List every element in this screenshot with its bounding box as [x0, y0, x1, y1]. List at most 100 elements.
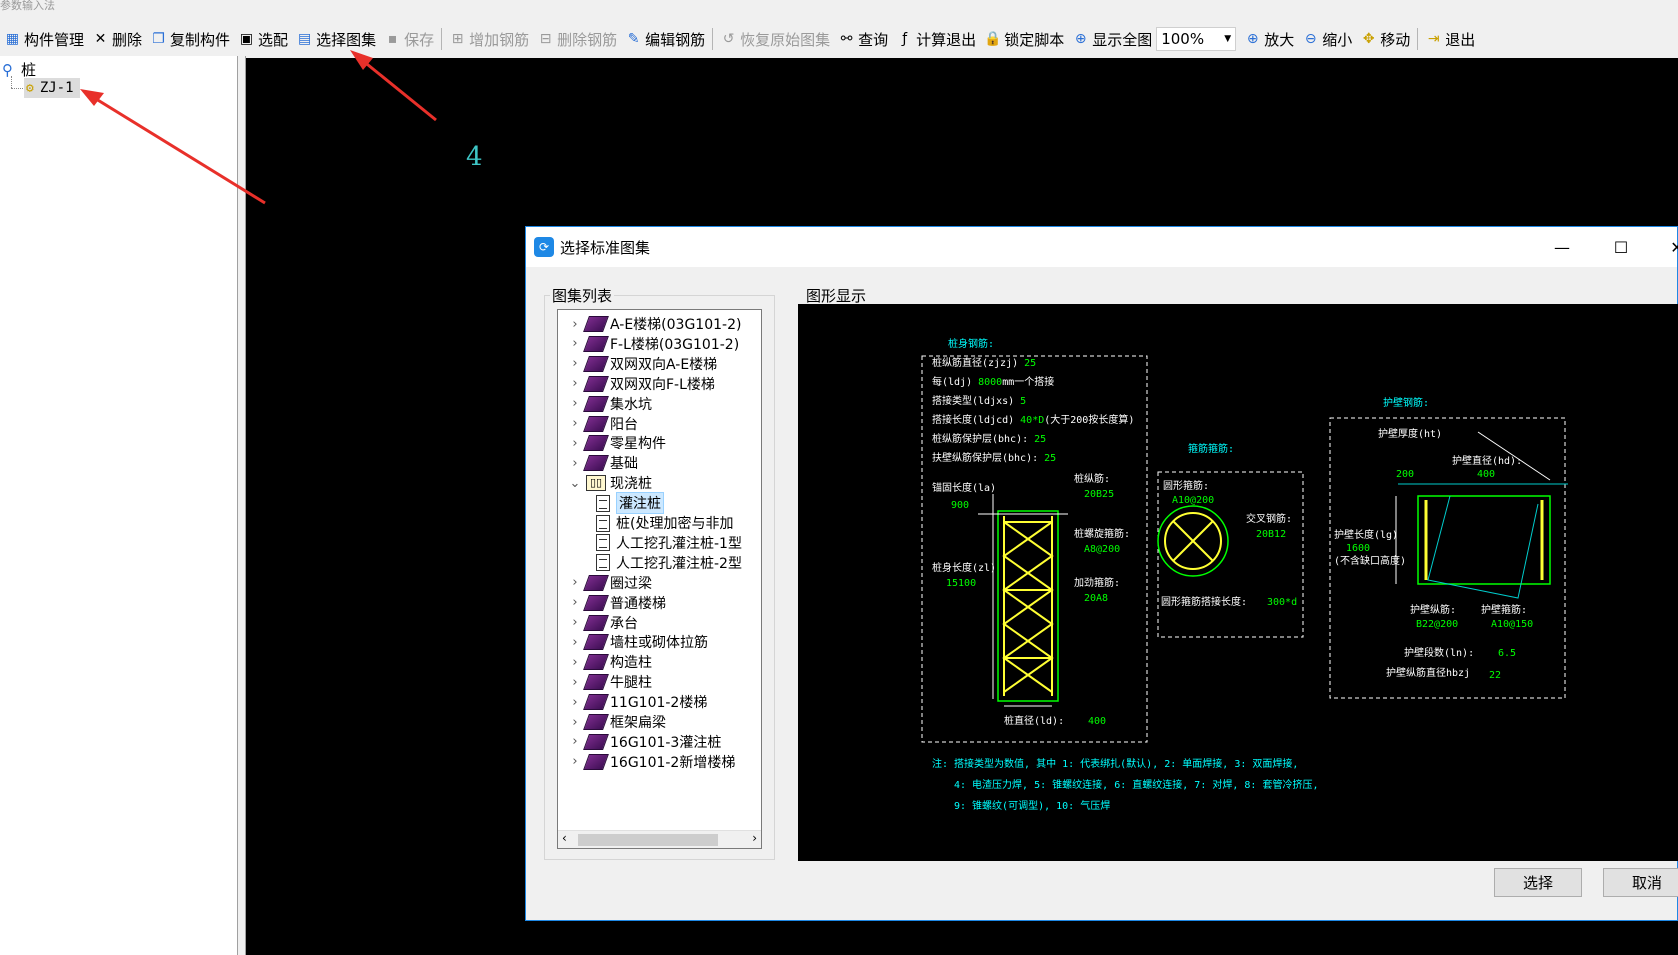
- atlas-list-item[interactable]: › 双网双向A-E楼梯: [558, 354, 717, 374]
- document-icon: [596, 554, 610, 572]
- dialog-titlebar[interactable]: ⟳ 选择标准图集 — ☐ ✕: [526, 227, 1678, 267]
- atlas-list-item[interactable]: › 基础: [558, 453, 638, 473]
- atlas-list-item[interactable]: › A-E楼梯(03G101-2): [558, 314, 741, 334]
- atlas-list-item-label: F-L楼梯(03G101-2): [610, 336, 740, 353]
- atlas-list-item[interactable]: 人工挖孔灌注桩-1型: [558, 533, 742, 553]
- atlas-list-item[interactable]: 人工挖孔灌注桩-2型: [558, 553, 742, 573]
- select-button[interactable]: 选择: [1494, 868, 1582, 897]
- chevron-right-icon[interactable]: ›: [568, 655, 582, 670]
- chevron-right-icon[interactable]: ›: [568, 575, 582, 590]
- atlas-list-item-label: 11G101-2楼梯: [610, 695, 708, 712]
- param-key: 搭接长度(ldjcd): [932, 413, 1014, 426]
- book-icon: [583, 375, 609, 392]
- chevron-right-icon[interactable]: ›: [568, 376, 582, 391]
- atlas-list-item[interactable]: › 11G101-2楼梯: [558, 692, 707, 712]
- select-atlas-dialog: ⟳ 选择标准图集 — ☐ ✕ 图集列表 图形显示 › A-E楼梯(03G101-2…: [525, 226, 1678, 921]
- chevron-right-icon[interactable]: ›: [568, 695, 582, 710]
- atlas-list-item[interactable]: › 阳台: [558, 414, 638, 434]
- book-icon: [583, 435, 609, 452]
- pile-param-line: 桩纵筋保护层(bhc): 25: [932, 432, 1046, 445]
- diameter-label: 桩直径(ld):: [1004, 714, 1064, 727]
- wall-stirrup-label: 护壁箍筋:: [1481, 603, 1527, 616]
- wall-length-value: 1600: [1346, 543, 1370, 554]
- atlas-list-item[interactable]: › F-L楼梯(03G101-2): [558, 334, 739, 354]
- stirrup-section-title: 箍筋箍筋:: [1188, 442, 1234, 455]
- minimize-button[interactable]: —: [1539, 227, 1585, 267]
- wall-diameter-label: 护壁直径(hd):: [1452, 454, 1522, 467]
- param-value: 8000: [978, 377, 1002, 388]
- chevron-right-icon[interactable]: ›: [568, 396, 582, 411]
- step-4-annotation: 4: [466, 142, 483, 172]
- book-icon: [583, 355, 609, 372]
- atlas-list-item-label: 16G101-3灌注桩: [610, 734, 722, 751]
- chevron-down-icon[interactable]: ⌄: [568, 476, 582, 491]
- atlas-list-item-label: 承台: [610, 615, 638, 632]
- param-key: 桩纵筋保护层(bhc):: [932, 432, 1028, 445]
- atlas-list-item-label: 16G101-2新增楼梯: [610, 754, 736, 771]
- param-key: 扶壁纵筋保护层(bhc):: [932, 451, 1038, 464]
- param-value: 5: [1020, 396, 1026, 407]
- round-stirrup-value: A10@200: [1172, 495, 1214, 506]
- chevron-right-icon[interactable]: ›: [568, 436, 582, 451]
- book-icon: [583, 714, 609, 730]
- atlas-list-item[interactable]: ⌄ ▯▯ 现浇桩: [558, 473, 652, 493]
- chevron-right-icon[interactable]: ›: [568, 317, 582, 332]
- book-icon: [583, 316, 609, 332]
- param-suffix: (大于200按长度算): [1044, 413, 1134, 426]
- chevron-right-icon[interactable]: ›: [568, 715, 582, 730]
- chevron-right-icon[interactable]: ›: [568, 734, 582, 749]
- atlas-tree-list[interactable]: › A-E楼梯(03G101-2) › F-L楼梯(03G101-2) › 双网双向A-E…: [557, 309, 762, 849]
- atlas-list-item[interactable]: › 普通楼梯: [558, 593, 666, 613]
- atlas-list-item[interactable]: › 框架扁梁: [558, 712, 666, 732]
- atlas-list-item-label: 基础: [610, 456, 638, 473]
- atlas-list-item[interactable]: › 墙柱或砌体拉筋: [558, 632, 708, 652]
- chevron-right-icon[interactable]: ›: [568, 615, 582, 630]
- chevron-right-icon[interactable]: ›: [568, 635, 582, 650]
- scrollbar-thumb[interactable]: [578, 834, 718, 846]
- book-icon: [583, 654, 609, 671]
- atlas-list-item-label: 阳台: [610, 416, 638, 433]
- atlas-list-item[interactable]: 桩(处理加密与非加: [558, 513, 733, 533]
- atlas-list-item[interactable]: › 承台: [558, 613, 638, 633]
- param-value: 25: [1024, 358, 1036, 369]
- atlas-list-item[interactable]: › 零星构件: [558, 433, 666, 453]
- chevron-right-icon[interactable]: ›: [568, 675, 582, 690]
- chevron-right-icon[interactable]: ›: [568, 356, 582, 371]
- atlas-list-item[interactable]: › 集水坑: [558, 394, 652, 414]
- note-line: 注: 搭接类型为数值, 其中 1: 代表绑扎(默认), 2: 单面焊接, 3: …: [932, 757, 1298, 770]
- atlas-list-item-label: 现浇桩: [610, 476, 652, 493]
- wall-length-label: 护壁长度(lg): [1334, 528, 1398, 541]
- horizontal-scrollbar[interactable]: ‹ ›: [558, 830, 761, 848]
- chevron-right-icon[interactable]: ›: [568, 754, 582, 769]
- chevron-right-icon[interactable]: ›: [568, 595, 582, 610]
- stiffener-bar-value: 20A8: [1084, 593, 1108, 604]
- book-icon: [583, 594, 609, 611]
- atlas-list-item[interactable]: › 双网双向F-L楼梯: [558, 374, 715, 394]
- cancel-button[interactable]: 取消: [1603, 868, 1678, 897]
- anchor-length-value: 900: [951, 500, 969, 511]
- long-bar-label: 桩纵筋:: [1074, 472, 1110, 485]
- diameter-value: 400: [1088, 716, 1106, 727]
- chevron-right-icon[interactable]: ›: [568, 336, 582, 351]
- scroll-left-icon[interactable]: ‹: [562, 831, 567, 845]
- param-key: 每(ldj): [932, 375, 972, 388]
- atlas-list-item[interactable]: › 牛腿柱: [558, 672, 652, 692]
- close-button[interactable]: ✕: [1654, 227, 1678, 267]
- atlas-list-item[interactable]: › 16G101-2新增楼梯: [558, 752, 735, 772]
- wall-thickness-label: 护壁厚度(ht): [1378, 427, 1442, 440]
- chevron-right-icon[interactable]: ›: [568, 456, 582, 471]
- atlas-list-item[interactable]: › 16G101-3灌注桩: [558, 732, 721, 752]
- wall-segments-value: 6.5: [1498, 648, 1516, 659]
- param-key: 搭接类型(ldjxs): [932, 394, 1014, 407]
- document-icon: [596, 514, 610, 532]
- atlas-list-item[interactable]: 灌注桩: [558, 492, 664, 515]
- wall-long-bar-label: 护壁纵筋:: [1410, 603, 1456, 616]
- chevron-right-icon[interactable]: ›: [568, 416, 582, 431]
- scroll-right-icon[interactable]: ›: [752, 831, 757, 845]
- atlas-preview-drawing: 桩身钢筋: 箍筋箍筋: 护壁钢筋: 桩纵筋直径(zjzj) 25 每(ldj) 800…: [798, 304, 1678, 861]
- atlas-list-item[interactable]: › 构造柱: [558, 652, 652, 672]
- maximize-button[interactable]: ☐: [1598, 227, 1644, 267]
- body-length-label: 桩身长度(zl): [932, 561, 996, 574]
- book-icon: [583, 634, 609, 651]
- atlas-list-item[interactable]: › 圈过梁: [558, 573, 652, 593]
